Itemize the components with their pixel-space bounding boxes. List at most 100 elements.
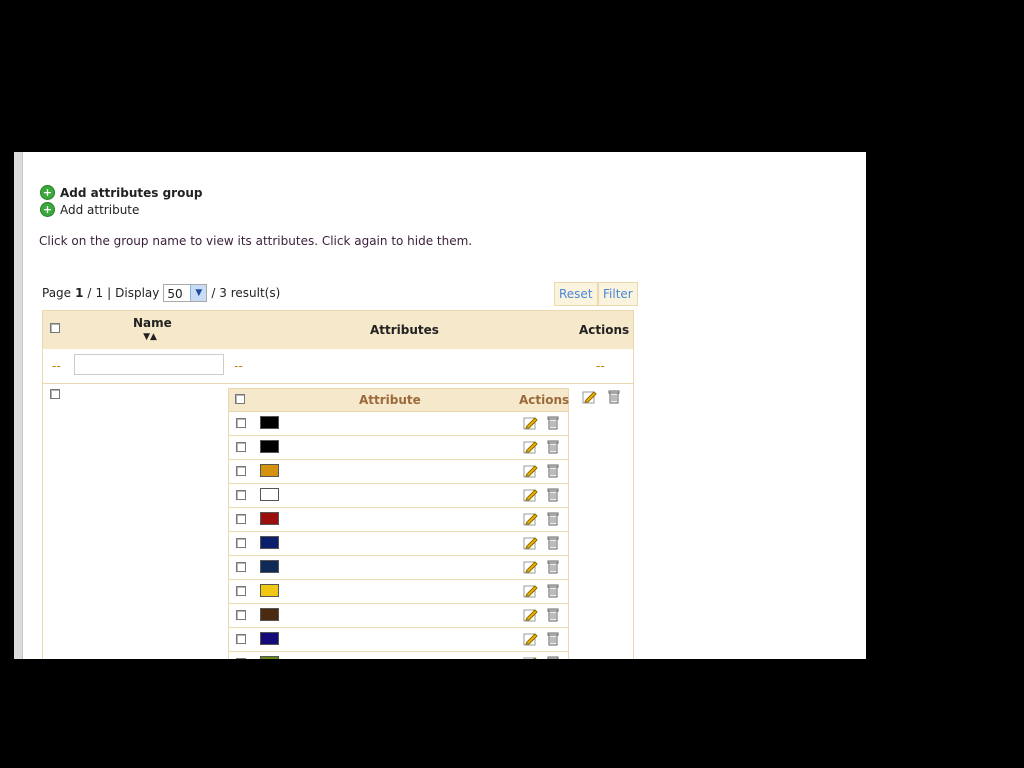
results-count: / 3 result(s): [211, 286, 281, 300]
actions-column-header: Actions: [579, 323, 630, 337]
display-label: Display: [115, 286, 160, 300]
content-area: + Add attributes group + Add attribute C…: [14, 152, 866, 659]
edit-icon[interactable]: [523, 511, 538, 526]
attribute-row: [229, 411, 568, 435]
attribute-checkbox[interactable]: [236, 514, 246, 524]
left-rail: [14, 152, 23, 659]
trash-icon[interactable]: [547, 511, 559, 526]
current-page: 1: [75, 286, 84, 300]
add-attributes-group-label: Add attributes group: [60, 185, 203, 200]
edit-icon[interactable]: [523, 631, 538, 646]
trash-icon[interactable]: [547, 655, 559, 659]
subtable-rows: [229, 411, 568, 659]
subtable-actions-header: Actions: [519, 393, 570, 407]
attribute-row: [229, 531, 568, 555]
attribute-checkbox[interactable]: [236, 538, 246, 548]
trash-icon[interactable]: [547, 631, 559, 646]
attribute-checkbox[interactable]: [236, 418, 246, 428]
per-page-value: 50: [167, 287, 183, 301]
attributes-subtable: Attribute Actions: [228, 388, 569, 659]
color-swatch: [260, 416, 279, 429]
pagination: Page 1 / 1 | Display 50 ▼ / 3 result(s): [42, 284, 280, 302]
page-separator: /: [87, 286, 92, 300]
trash-icon[interactable]: [547, 415, 559, 430]
subtable-header: Attribute Actions: [229, 389, 570, 411]
attribute-row: [229, 459, 568, 483]
edit-icon[interactable]: [523, 463, 538, 478]
name-column-header[interactable]: Name ▼▲: [133, 316, 172, 342]
color-swatch: [260, 512, 279, 525]
name-filter-input[interactable]: [74, 354, 224, 375]
trash-icon[interactable]: [547, 487, 559, 502]
attribute-row: [229, 651, 568, 659]
edit-icon[interactable]: [523, 439, 538, 454]
attribute-row: [229, 555, 568, 579]
select-all-checkbox[interactable]: [50, 323, 60, 333]
color-swatch: [260, 608, 279, 621]
trash-icon[interactable]: [547, 535, 559, 550]
color-swatch: [260, 536, 279, 549]
dropdown-arrow-icon[interactable]: ▼: [190, 285, 207, 301]
pipe-separator: |: [107, 286, 112, 300]
edit-icon[interactable]: [523, 487, 538, 502]
color-swatch: [260, 584, 279, 597]
per-page-select[interactable]: 50 ▼: [163, 284, 208, 302]
trash-icon[interactable]: [547, 559, 559, 574]
reset-button[interactable]: Reset: [554, 282, 598, 306]
attribute-row: [229, 507, 568, 531]
filter-dash: --: [52, 359, 61, 373]
edit-icon[interactable]: [523, 559, 538, 574]
row-checkbox[interactable]: [50, 389, 60, 399]
trash-icon[interactable]: [608, 389, 620, 404]
plus-icon: +: [40, 185, 55, 200]
attribute-checkbox[interactable]: [236, 634, 246, 644]
filter-row: -- -- --: [43, 349, 633, 384]
edit-icon[interactable]: [582, 389, 597, 404]
plus-icon: +: [40, 202, 55, 217]
attribute-column-header: Attribute: [359, 393, 421, 407]
table-row: Attribute Actions: [43, 384, 633, 659]
attributes-groups-table: Name ▼▲ Attributes Actions -- -- -- Attr…: [42, 310, 634, 659]
page-label: Page: [42, 286, 72, 300]
attribute-checkbox[interactable]: [236, 610, 246, 620]
attribute-checkbox[interactable]: [236, 490, 246, 500]
total-pages: 1: [95, 286, 104, 300]
attribute-checkbox[interactable]: [236, 442, 246, 452]
attributes-column-header: Attributes: [370, 323, 439, 337]
attribute-row: [229, 603, 568, 627]
edit-icon[interactable]: [523, 535, 538, 550]
attribute-checkbox[interactable]: [236, 658, 246, 659]
color-swatch: [260, 488, 279, 501]
attribute-row: [229, 627, 568, 651]
add-attribute-label: Add attribute: [60, 202, 140, 217]
attribute-row: [229, 579, 568, 603]
add-attributes-group-link[interactable]: + Add attributes group: [40, 185, 202, 200]
trash-icon[interactable]: [547, 463, 559, 478]
select-all-attributes-checkbox[interactable]: [235, 394, 245, 404]
attribute-checkbox[interactable]: [236, 562, 246, 572]
edit-icon[interactable]: [523, 655, 538, 659]
color-swatch: [260, 632, 279, 645]
hint-text: Click on the group name to view its attr…: [39, 234, 473, 248]
filter-button[interactable]: Filter: [598, 282, 638, 306]
attribute-checkbox[interactable]: [236, 586, 246, 596]
color-swatch: [260, 440, 279, 453]
attribute-checkbox[interactable]: [236, 466, 246, 476]
trash-icon[interactable]: [547, 607, 559, 622]
edit-icon[interactable]: [523, 583, 538, 598]
trash-icon[interactable]: [547, 583, 559, 598]
filter-dash: --: [596, 359, 605, 373]
edit-icon[interactable]: [523, 415, 538, 430]
attribute-row: [229, 435, 568, 459]
table-header: Name ▼▲ Attributes Actions: [43, 311, 633, 349]
filter-dash: --: [234, 359, 243, 373]
attribute-row: [229, 483, 568, 507]
name-header-label: Name: [133, 316, 172, 330]
add-attribute-link[interactable]: + Add attribute: [40, 202, 139, 217]
edit-icon[interactable]: [523, 607, 538, 622]
color-swatch: [260, 656, 279, 659]
color-swatch: [260, 560, 279, 573]
sort-arrows-icon[interactable]: ▼▲: [133, 332, 167, 342]
color-swatch: [260, 464, 279, 477]
trash-icon[interactable]: [547, 439, 559, 454]
